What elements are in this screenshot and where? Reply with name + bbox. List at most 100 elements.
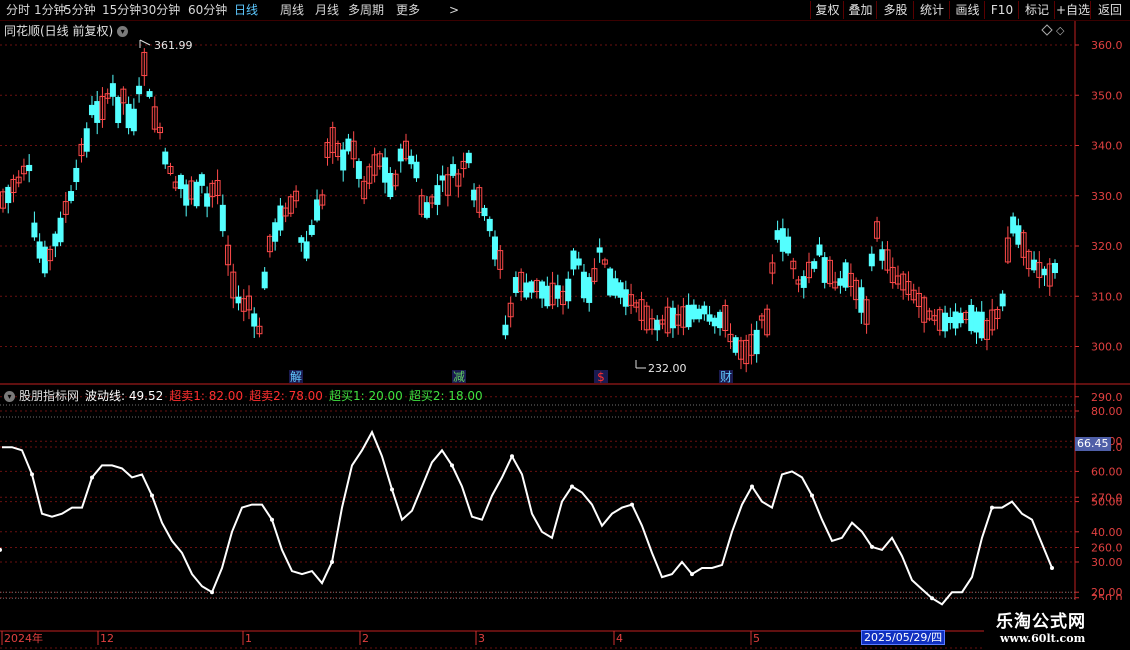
- date-cursor: 2025/05/29/四: [861, 630, 946, 645]
- wave-point: [690, 572, 694, 577]
- event-marker: 财: [720, 370, 732, 384]
- candle-body: [204, 193, 211, 207]
- candle-body: [1052, 262, 1058, 274]
- candle-body: [491, 236, 498, 260]
- time-tick-label: 3: [478, 632, 485, 645]
- price-tick-label: 330.0: [1091, 190, 1123, 203]
- candle-body: [947, 316, 954, 324]
- price-tick-label: 260.0: [1091, 542, 1123, 555]
- candle-body: [465, 152, 472, 164]
- high-leader: [139, 39, 151, 46]
- candle-body: [570, 250, 577, 270]
- candle-body: [41, 246, 48, 274]
- time-tick-label: 5: [753, 632, 760, 645]
- wave-point: [930, 596, 934, 601]
- candle-body: [701, 305, 708, 315]
- chevron-down-icon[interactable]: ▾: [4, 391, 15, 402]
- candle-body: [68, 191, 75, 201]
- event-marker: 解: [290, 370, 302, 384]
- candle-body: [73, 167, 80, 183]
- close-icon: ◇: [1056, 24, 1065, 37]
- time-tick-label: 2: [362, 632, 369, 645]
- wave-point: [90, 475, 94, 480]
- current-value-box: 66.45: [1075, 437, 1111, 451]
- candle-body: [1031, 259, 1038, 271]
- candle-body: [88, 104, 95, 116]
- candle-body: [774, 230, 781, 240]
- candle-body: [858, 287, 865, 313]
- candle-body: [450, 164, 457, 176]
- candle-body: [340, 149, 347, 171]
- candle-body: [408, 155, 415, 165]
- candle-body: [512, 277, 519, 293]
- candle-body: [575, 258, 582, 266]
- wave-point: [0, 547, 2, 552]
- candle-body: [617, 282, 624, 298]
- candle-body: [308, 225, 315, 235]
- candle-body: [272, 222, 279, 242]
- candle-body: [811, 261, 818, 269]
- time-tick-label: 4: [616, 632, 623, 645]
- wave-point: [390, 487, 394, 492]
- candle-body: [298, 237, 305, 243]
- low-label: 232.00: [648, 362, 687, 375]
- candle-body: [821, 257, 828, 283]
- indicator-name: 股朋指标网: [19, 389, 80, 403]
- candle-body: [146, 91, 153, 97]
- ind-tick-label: 80.00: [1091, 405, 1123, 418]
- candle-body: [973, 311, 980, 333]
- candle-body: [685, 304, 692, 328]
- candle-body: [486, 218, 493, 232]
- ind-tick-label: 50.00: [1091, 496, 1123, 509]
- candle-body: [528, 281, 535, 293]
- candle-body: [837, 278, 844, 286]
- candle-body: [732, 337, 739, 353]
- wave-line: [2, 429, 1053, 606]
- candle-body: [481, 207, 488, 217]
- candle-body: [277, 205, 284, 231]
- wave-point: [570, 484, 574, 489]
- ind-tick-label: 40.00: [1091, 526, 1123, 539]
- candle-body: [5, 186, 12, 204]
- candle-body: [779, 228, 786, 252]
- price-tick-label: 320.0: [1091, 240, 1123, 253]
- candle-body: [115, 96, 122, 124]
- high-label: 361.99: [154, 39, 193, 52]
- candle-body: [355, 161, 362, 179]
- candle-body: [654, 319, 661, 331]
- indicator-header: ▾ 股朋指标网 波动线: 49.52 超卖1: 82.00 超卖2: 78.00 超买1:…: [4, 387, 489, 404]
- candle-body: [586, 277, 593, 303]
- candle-body: [387, 172, 394, 198]
- wave-line-value: 波动线: 49.52: [85, 389, 164, 403]
- candle-body: [136, 85, 143, 95]
- wave-point: [210, 590, 214, 595]
- time-tick-label: 1: [245, 632, 252, 645]
- price-tick-label: 360.0: [1091, 39, 1123, 52]
- candle-body: [565, 278, 572, 302]
- wave-point: [150, 493, 154, 498]
- diamond-icon: [1041, 24, 1053, 36]
- candle-body: [130, 108, 137, 132]
- candle-body: [879, 249, 886, 261]
- candle-body: [999, 293, 1006, 307]
- chart-canvas[interactable]: 360.0 350.0 340.0 330.0 320.0 310.0 300.0 290.0…: [0, 0, 1130, 650]
- candle-body: [251, 313, 258, 327]
- candle-body: [612, 278, 619, 296]
- wave-point: [810, 493, 814, 498]
- candle-body: [397, 148, 404, 162]
- price-tick-label: 350.0: [1091, 89, 1123, 102]
- event-marker: $: [597, 370, 605, 384]
- candle-body: [26, 164, 33, 172]
- candle-body: [303, 241, 310, 259]
- candle-body: [183, 184, 190, 206]
- wave-point: [30, 472, 34, 477]
- wave-point: [330, 560, 334, 564]
- candle-body: [706, 314, 713, 322]
- candle-body: [52, 233, 59, 247]
- event-marker: 减: [453, 370, 465, 384]
- watermark-url: www.60lt.com: [1000, 632, 1086, 645]
- wave-point: [990, 505, 994, 510]
- candle-body: [596, 247, 603, 253]
- wave-point: [450, 463, 454, 468]
- time-tick-label: 12: [100, 632, 114, 645]
